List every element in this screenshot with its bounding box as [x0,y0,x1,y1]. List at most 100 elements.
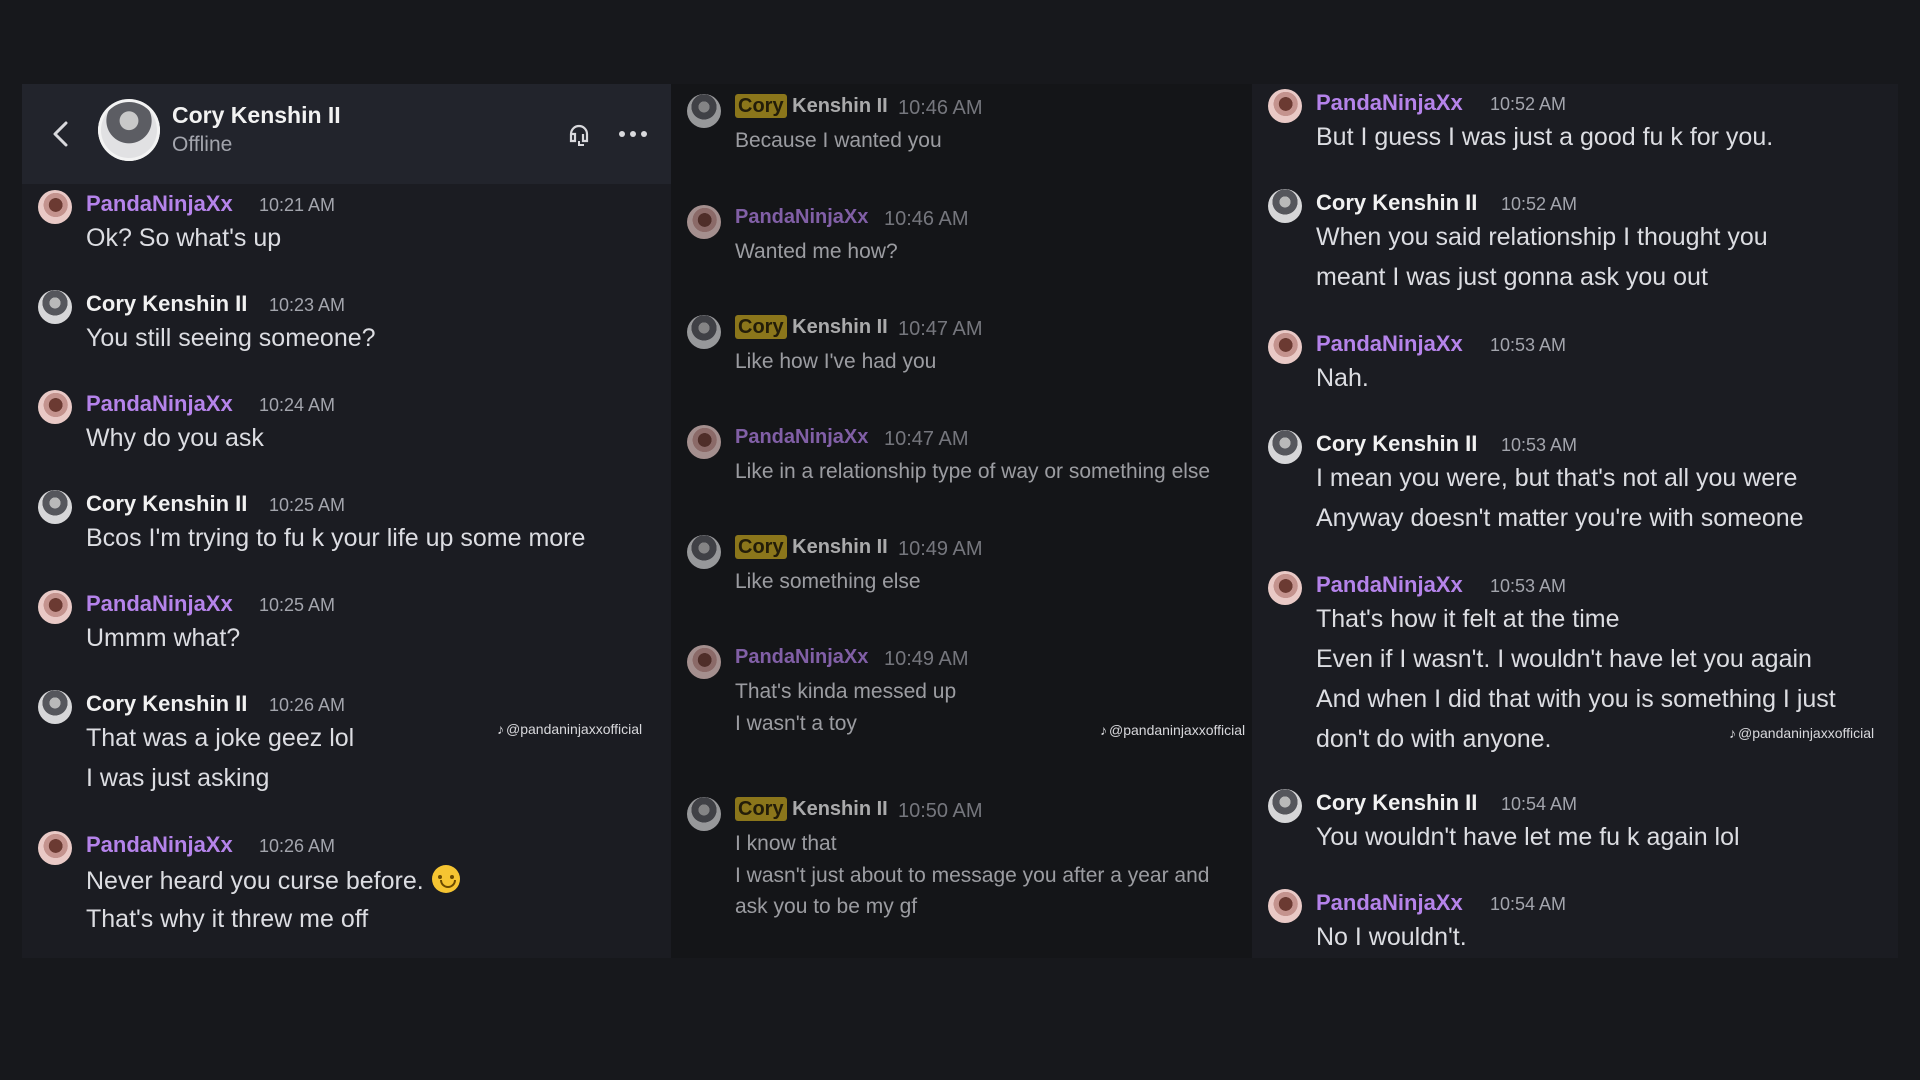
avatar[interactable] [687,315,721,349]
watermark: ♪ @pandaninjaxxofficial [1729,725,1874,741]
tiktok-icon: ♪ [1100,722,1107,738]
message-time: 10:26 AM [269,695,346,715]
search-highlight: Cory [735,315,787,339]
message-text: Why do you ask [86,424,264,452]
chat-header: Cory Kenshin II Offline [22,84,671,184]
message-text: Anyway doesn't matter you're with someon… [1316,504,1804,532]
message-text: Ok? So what's up [86,224,282,252]
message-text: And when I did that with you is somethin… [1316,685,1836,713]
message-text: meant I was just gonna ask you out [1316,263,1708,291]
tiktok-icon: ♪ [1729,725,1736,741]
avatar[interactable] [687,797,721,831]
message-text: That was a joke geez lol [86,724,355,752]
message-time: 10:25 AM [259,595,336,615]
more-options-icon[interactable] [616,128,650,140]
avatar[interactable] [1268,89,1302,123]
call-icon[interactable] [566,119,592,149]
message-time: 10:49 AM [898,538,983,560]
search-highlight: Cory [735,94,787,118]
avatar[interactable] [1268,330,1302,364]
message-author[interactable]: PandaNinjaXx [86,832,233,858]
watermark-text: @pandaninjaxxofficial [506,721,643,737]
message-author[interactable]: Cory Kenshin II [1316,431,1477,457]
message-text: ask you to be my gf [735,895,918,918]
tiktok-icon: ♪ [497,721,504,737]
message-time: 10:24 AM [259,395,336,415]
avatar[interactable] [38,290,72,324]
message-author[interactable]: PandaNinjaXx [1316,890,1463,916]
message-text: Ummm what? [86,624,241,652]
message-text: Wanted me how? [735,240,898,263]
message-author[interactable]: PandaNinjaXx [1316,90,1463,116]
message-author[interactable]: Cory Kenshin II [735,94,888,118]
message-author[interactable]: PandaNinjaXx [1316,331,1463,357]
message-time: 10:52 AM [1490,94,1567,114]
message-text: Like in a relationship type of way or so… [735,460,1211,483]
message-time: 10:47 AM [884,428,969,450]
message-text: Like something else [735,570,921,593]
message-author[interactable]: Cory Kenshin II [735,797,888,821]
message-time: 10:46 AM [884,208,969,230]
message-text: But I guess I was just a good fu k for y… [1316,123,1774,151]
message-author[interactable]: Cory Kenshin II [86,291,247,317]
message-author[interactable]: PandaNinjaXx [1316,572,1463,598]
avatar[interactable] [38,590,72,624]
message-author[interactable]: Cory Kenshin II [86,491,247,517]
avatar[interactable] [1268,789,1302,823]
message-author[interactable]: PandaNinjaXx [86,591,233,617]
message-time: 10:47 AM [898,318,983,340]
watermark-text: @pandaninjaxxofficial [1738,725,1875,741]
message-author[interactable]: Cory Kenshin II [735,535,888,559]
message-author[interactable]: Cory Kenshin II [735,315,888,339]
message-time: 10:21 AM [259,195,336,215]
message-author[interactable]: Cory Kenshin II [1316,790,1477,816]
message-author[interactable]: PandaNinjaXx [735,646,868,669]
message-author[interactable]: Cory Kenshin II [1316,190,1477,216]
avatar[interactable] [38,190,72,224]
chat-panel-right: PandaNinjaXx 10:52 AM But I guess I was … [1252,84,1898,958]
avatar[interactable] [98,99,160,161]
message-author[interactable]: PandaNinjaXx [735,426,868,449]
search-highlight: Cory [735,797,787,821]
message-time: 10:25 AM [269,495,346,515]
upside-down-face-emoji-icon [431,865,460,893]
message-text: Nah. [1316,364,1369,392]
message-author[interactable]: PandaNinjaXx [86,391,233,417]
avatar[interactable] [38,390,72,424]
search-highlight: Cory [735,535,787,559]
message-text: Even if I wasn't. I wouldn't have let yo… [1316,645,1812,673]
message-time: 10:50 AM [898,800,983,822]
message-author[interactable]: PandaNinjaXx [86,191,233,217]
avatar[interactable] [38,490,72,524]
avatar[interactable] [38,831,72,865]
contact-status: Offline [172,133,233,156]
back-arrow-icon[interactable] [48,120,74,148]
avatar[interactable] [1268,889,1302,923]
watermark-text: @pandaninjaxxofficial [1109,722,1246,738]
message-text: That's kinda messed up [735,680,957,703]
message-text: don't do with anyone. [1316,725,1552,753]
avatar[interactable] [1268,189,1302,223]
message-text: You wouldn't have let me fu k again lol [1316,823,1740,851]
message-time: 10:52 AM [1501,194,1578,214]
message-text: Like how I've had you [735,350,937,373]
avatar[interactable] [1268,571,1302,605]
avatar[interactable] [687,94,721,128]
avatar[interactable] [687,645,721,679]
message-time: 10:54 AM [1490,894,1567,914]
contact-name: Cory Kenshin II [172,102,341,128]
avatar[interactable] [687,535,721,569]
message-text: Never heard you curse before. [86,865,460,896]
avatar[interactable] [38,690,72,724]
message-time: 10:53 AM [1490,576,1567,596]
message-time: 10:23 AM [269,295,346,315]
message-time: 10:26 AM [259,836,336,856]
message-author[interactable]: PandaNinjaXx [735,206,868,229]
message-author[interactable]: Cory Kenshin II [86,691,247,717]
avatar[interactable] [1268,430,1302,464]
message-text: You still seeing someone? [86,324,376,352]
message-time: 10:53 AM [1490,335,1567,355]
message-text: I know that [735,832,837,855]
avatar[interactable] [687,425,721,459]
avatar[interactable] [687,205,721,239]
